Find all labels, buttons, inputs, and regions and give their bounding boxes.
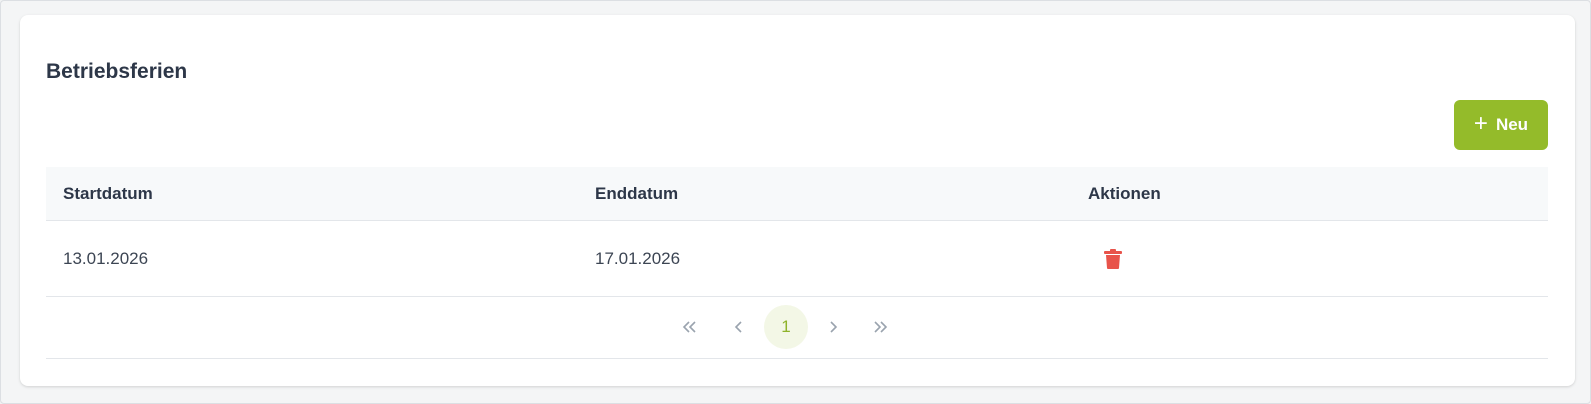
previous-page-icon[interactable] [717, 305, 761, 349]
holidays-card: Betriebsferien + Neu Startdatum Enddatum… [20, 15, 1575, 386]
column-header-aktionen: Aktionen [1088, 184, 1161, 203]
column-header-enddatum: Enddatum [595, 184, 679, 203]
page-1-button[interactable]: 1 [764, 305, 808, 349]
card-title: Betriebsferien [46, 60, 188, 83]
new-button-label: Neu [1495, 115, 1529, 134]
pagination: 1 [46, 297, 1548, 359]
page-frame: Betriebsferien + Neu Startdatum Enddatum… [0, 0, 1591, 404]
first-page-icon[interactable] [668, 305, 712, 349]
new-button[interactable]: + Neu [1454, 100, 1548, 150]
last-page-icon[interactable] [858, 305, 902, 349]
table-row: 13.01.2026 17.01.2026 [46, 221, 1548, 297]
cell-start-date: 13.01.2026 [63, 249, 149, 268]
plus-icon: + [1473, 110, 1488, 137]
trash-icon[interactable] [1104, 249, 1122, 269]
cell-end-date: 17.01.2026 [595, 249, 681, 268]
holidays-table: Startdatum Enddatum Aktionen 13.01.2026 … [46, 167, 1548, 359]
next-page-icon[interactable] [811, 305, 855, 349]
table-header: Startdatum Enddatum Aktionen [46, 167, 1548, 221]
column-header-startdatum: Startdatum [63, 184, 153, 203]
